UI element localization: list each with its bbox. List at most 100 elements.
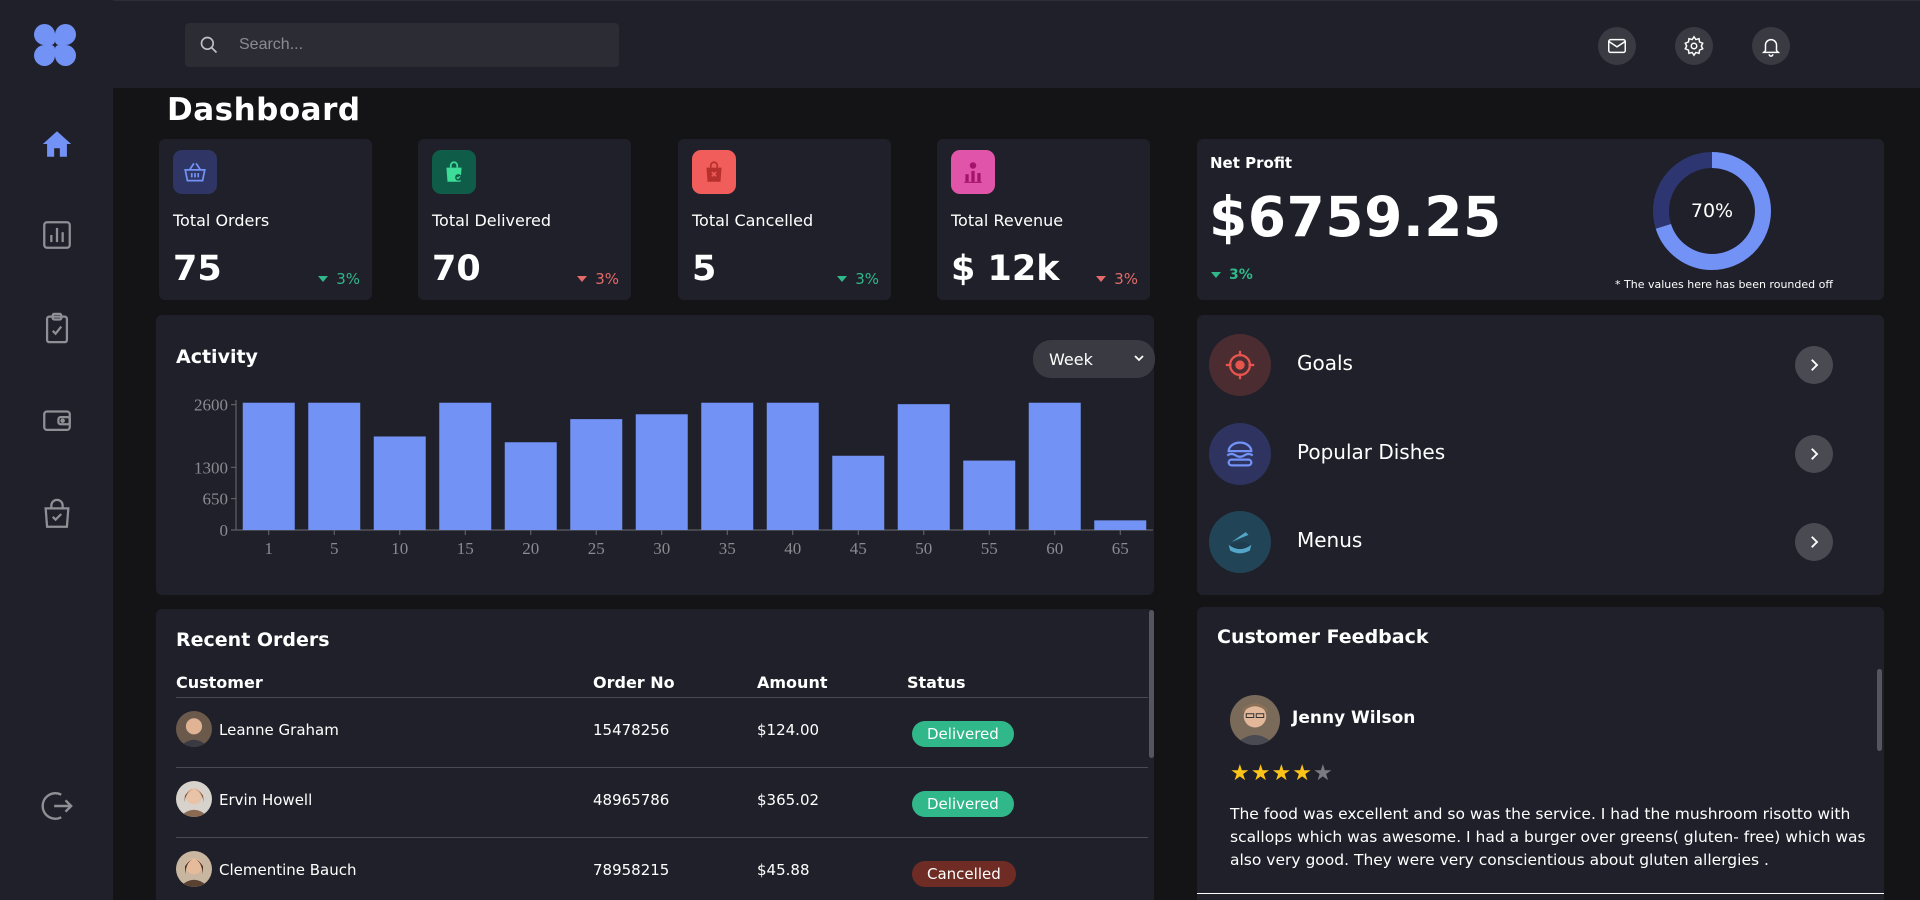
table-row[interactable]: Ervin Howell 48965786 $365.02 Delivered bbox=[156, 781, 1296, 851]
recent-orders-title: Recent Orders bbox=[176, 629, 330, 651]
bar-chart-icon bbox=[43, 221, 71, 249]
x-tick-label: 60 bbox=[1046, 539, 1063, 558]
star-filled-icon: ★ bbox=[1271, 761, 1293, 786]
chart-bar bbox=[1028, 402, 1081, 530]
stat-trend-value: 3% bbox=[595, 270, 619, 288]
x-tick-label: 30 bbox=[653, 539, 670, 558]
shopping-basket-icon bbox=[184, 162, 206, 182]
x-tick-label: 15 bbox=[457, 539, 474, 558]
mail-icon bbox=[1608, 38, 1626, 54]
messages-button[interactable] bbox=[1598, 27, 1636, 65]
table-row[interactable]: Clementine Bauch 78958215 $45.88 Cancell… bbox=[156, 851, 1296, 900]
stat-card-total-revenue: Total Revenue $ 12k 3% bbox=[937, 139, 1150, 300]
chart-bar bbox=[504, 442, 557, 530]
customer-avatar bbox=[176, 711, 212, 747]
notifications-button[interactable] bbox=[1752, 27, 1790, 65]
customer-name: Leanne Graham bbox=[219, 721, 339, 739]
quick-links-card: Goals Popular Dishes Menus bbox=[1197, 315, 1884, 595]
table-row[interactable]: Leanne Graham 15478256 $124.00 Delivered bbox=[156, 711, 1296, 781]
settings-button[interactable] bbox=[1675, 27, 1713, 65]
x-tick-label: 40 bbox=[784, 539, 801, 558]
chart-bar bbox=[766, 402, 819, 530]
activity-bar-chart: 0650130026001 5 10 15 20 25 30 35 40 45 50 55 60 65 bbox=[194, 396, 1153, 558]
burger-icon bbox=[1226, 441, 1254, 467]
feedback-scrollbar[interactable] bbox=[1877, 669, 1882, 751]
chart-bar bbox=[439, 402, 492, 530]
menus-open-button[interactable] bbox=[1795, 523, 1833, 561]
status-badge: Cancelled bbox=[912, 861, 1016, 887]
stat-card-total-cancelled: Total Cancelled 5 3% bbox=[678, 139, 891, 300]
column-header-customer: Customer bbox=[176, 673, 263, 692]
x-tick-label: 50 bbox=[915, 539, 932, 558]
x-tick-label: 55 bbox=[981, 539, 998, 558]
quick-link-goals[interactable]: Goals bbox=[1197, 334, 1883, 414]
x-tick-label: 10 bbox=[391, 539, 408, 558]
column-header-order-no: Order No bbox=[593, 673, 675, 692]
shopping-bag-icon bbox=[446, 161, 462, 182]
net-profit-trend-value: 3% bbox=[1229, 267, 1253, 283]
goals-open-button[interactable] bbox=[1795, 346, 1833, 384]
chart-bar bbox=[373, 436, 426, 530]
menu-bowl-icon bbox=[1228, 532, 1252, 554]
stat-trend: 3% bbox=[577, 270, 619, 288]
sidebar-item-wallet[interactable] bbox=[37, 400, 77, 440]
search-icon bbox=[200, 36, 218, 54]
star-filled-icon: ★ bbox=[1292, 761, 1313, 786]
quick-link-popular-dishes[interactable]: Popular Dishes bbox=[1197, 423, 1883, 503]
quick-link-label: Popular Dishes bbox=[1297, 440, 1446, 464]
chart-bar bbox=[570, 419, 623, 530]
quick-link-icon-badge bbox=[1209, 511, 1271, 573]
stat-value: $ 12k bbox=[951, 249, 1060, 289]
sidebar-item-orders[interactable] bbox=[37, 308, 77, 348]
stat-trend: 3% bbox=[837, 270, 879, 288]
wallet-icon bbox=[43, 410, 71, 432]
net-profit-trend: 3% bbox=[1211, 267, 1253, 283]
net-profit-note: * The values here has been rounded off bbox=[1615, 278, 1833, 291]
search-input[interactable] bbox=[239, 36, 609, 54]
header-divider bbox=[176, 697, 1148, 698]
logout-icon bbox=[41, 792, 73, 820]
x-tick-label: 5 bbox=[330, 539, 339, 558]
order-number: 48965786 bbox=[593, 791, 670, 809]
chevron-right-icon bbox=[1811, 359, 1819, 371]
activity-card: Activity Week 0 650 1300 2600 1 5 10 15 20 25 30 35… bbox=[156, 315, 1155, 595]
stat-value: 70 bbox=[432, 249, 481, 289]
order-number: 78958215 bbox=[593, 861, 670, 879]
gear-icon bbox=[1684, 35, 1704, 57]
clipboard-check-icon bbox=[45, 312, 69, 344]
stat-icon-badge bbox=[432, 150, 476, 194]
stat-trend-value: 3% bbox=[1114, 270, 1138, 288]
trend-down-icon bbox=[1211, 272, 1221, 278]
status-badge: Delivered bbox=[912, 721, 1014, 747]
revenue-chart-icon bbox=[964, 162, 982, 183]
customer-avatar-image bbox=[176, 781, 212, 817]
customer-avatar-image bbox=[176, 711, 212, 747]
star-empty-icon: ★ bbox=[1312, 761, 1334, 786]
quick-link-menus[interactable]: Menus bbox=[1197, 511, 1883, 591]
sidebar-item-home[interactable] bbox=[37, 124, 77, 164]
customer-feedback-card: Customer Feedback Jenny Wilson ★★★★★ The… bbox=[1197, 607, 1884, 900]
stat-label: Total Orders bbox=[173, 211, 270, 230]
sidebar bbox=[0, 0, 113, 900]
sidebar-item-shop[interactable] bbox=[37, 494, 77, 534]
status-badge: Delivered bbox=[912, 791, 1014, 817]
stat-trend: 3% bbox=[1096, 270, 1138, 288]
order-amount: $124.00 bbox=[757, 721, 820, 739]
search-box[interactable] bbox=[185, 23, 619, 67]
x-tick-label: 35 bbox=[719, 539, 736, 558]
logout-button[interactable] bbox=[37, 786, 77, 826]
feedback-divider bbox=[1197, 893, 1884, 894]
reviewer-avatar bbox=[1230, 695, 1280, 745]
popular-dishes-open-button[interactable] bbox=[1795, 435, 1833, 473]
customer-name: Ervin Howell bbox=[219, 791, 313, 809]
order-amount: $45.88 bbox=[757, 861, 810, 879]
customer-name: Clementine Bauch bbox=[219, 861, 357, 879]
stat-label: Total Delivered bbox=[432, 211, 552, 230]
stat-value: 5 bbox=[692, 249, 717, 289]
column-header-status: Status bbox=[907, 673, 966, 692]
orders-scrollbar[interactable] bbox=[1149, 610, 1154, 758]
quick-link-icon-badge bbox=[1209, 423, 1271, 485]
sidebar-item-analytics[interactable] bbox=[37, 215, 77, 255]
app-logo[interactable] bbox=[34, 24, 76, 66]
stat-label: Total Cancelled bbox=[692, 211, 814, 230]
